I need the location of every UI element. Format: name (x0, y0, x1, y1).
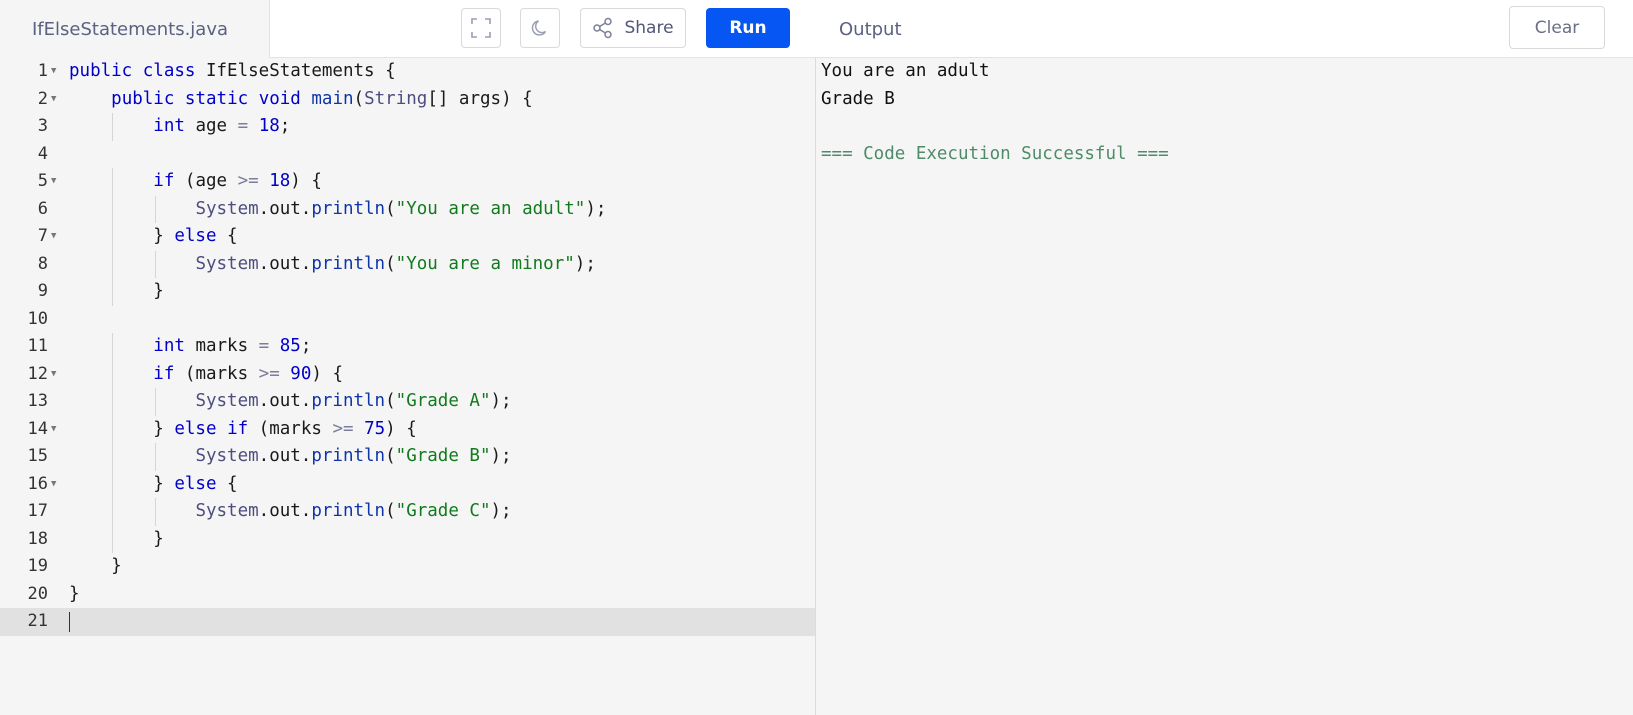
code-line[interactable]: 3 int age = 18; (0, 113, 815, 141)
code-text: } else { (69, 473, 238, 494)
line-number: 5 (37, 171, 48, 191)
line-number: 7 (37, 226, 48, 246)
code-text: System.out.println("Grade A"); (195, 391, 512, 411)
editor-header: IfElseStatements.java Share Run (0, 0, 816, 58)
line-number: 21 (27, 611, 48, 631)
moon-icon (531, 20, 547, 36)
code-line[interactable]: 18 } (0, 525, 815, 553)
code-text: } else if (marks >= 75) { (69, 418, 417, 439)
line-number: 2 (37, 88, 48, 109)
line-number: 16 (27, 473, 48, 494)
code-line[interactable]: 5 ▼ if (age >= 18) { (0, 168, 815, 196)
line-number: 4 (37, 143, 48, 164)
code-line[interactable]: 13 System.out.println("Grade A"); (0, 388, 815, 416)
line-number: 11 (27, 336, 48, 356)
line-number: 13 (27, 391, 48, 411)
code-text: int age = 18; (153, 116, 291, 136)
code-text: System.out.println("You are a minor"); (195, 253, 596, 274)
code-line[interactable]: 8 System.out.println("You are a minor"); (0, 250, 815, 278)
code-line[interactable]: 15 System.out.println("Grade B"); (0, 443, 815, 471)
output-line: Grade B (821, 88, 895, 109)
code-line[interactable]: 1 ▼ public class IfElseStatements { (0, 58, 815, 86)
clear-button[interactable]: Clear (1509, 6, 1605, 49)
code-text: System.out.println("You are an adult"); (195, 198, 607, 219)
code-text: } else { (69, 226, 238, 246)
output-line: You are an adult (821, 61, 990, 81)
line-number: 8 (37, 253, 48, 274)
fold-arrow-icon[interactable]: ▼ (51, 361, 56, 389)
code-text: public static void main(String[] args) { (111, 88, 533, 109)
fold-arrow-icon[interactable]: ▼ (51, 168, 56, 196)
fold-arrow-icon[interactable]: ▼ (51, 471, 56, 499)
code-text: } (69, 281, 164, 301)
code-line[interactable]: 21 (0, 608, 815, 636)
code-line[interactable]: 12 ▼ if (marks >= 90) { (0, 360, 815, 389)
file-name: IfElseStatements.java (32, 18, 229, 40)
output-panel: Output Clear You are an adult Grade B === … (816, 0, 1633, 715)
fold-arrow-icon[interactable]: ▼ (51, 416, 56, 444)
code-line[interactable]: 19 } (0, 553, 815, 581)
line-number: 17 (27, 501, 48, 521)
code-line[interactable]: 2 ▼ public static void main(String[] args… (0, 86, 815, 114)
share-icon (593, 17, 613, 39)
output-title: Output (839, 18, 902, 40)
code-line[interactable]: 16 ▼ } else { (0, 470, 815, 499)
line-number: 1 (37, 61, 48, 81)
line-number: 9 (37, 281, 48, 301)
fold-arrow-icon[interactable]: ▼ (51, 223, 56, 251)
code-text: System.out.println("Grade C"); (195, 501, 512, 521)
fold-arrow-icon[interactable]: ▼ (51, 58, 56, 86)
execution-status: === Code Execution Successful === (821, 143, 1169, 164)
file-tab[interactable]: IfElseStatements.java (0, 0, 270, 58)
run-button[interactable]: Run (706, 8, 790, 48)
code-line[interactable]: 9 } (0, 278, 815, 306)
code-line[interactable]: 7 ▼ } else { (0, 223, 815, 251)
code-editor[interactable]: 1 ▼ public class IfElseStatements {2 ▼ publ… (0, 58, 815, 715)
code-line[interactable]: 17 System.out.println("Grade C"); (0, 498, 815, 526)
line-number: 18 (27, 528, 48, 549)
line-number: 19 (27, 556, 48, 576)
line-number: 15 (27, 446, 48, 466)
code-text: if (marks >= 90) { (153, 363, 343, 384)
fullscreen-button[interactable] (461, 8, 501, 48)
fullscreen-icon (471, 18, 491, 38)
theme-toggle-button[interactable] (520, 8, 560, 48)
code-line[interactable]: 6 System.out.println("You are an adult")… (0, 195, 815, 223)
line-number: 3 (37, 116, 48, 136)
line-number: 10 (27, 308, 48, 329)
output-header: Output Clear (816, 0, 1633, 58)
code-line[interactable]: 11 int marks = 85; (0, 333, 815, 361)
line-number: 6 (37, 198, 48, 219)
code-text: } (69, 528, 164, 549)
code-line[interactable]: 10 (0, 306, 815, 334)
editor-panel: IfElseStatements.java Share Run 1 ▼ public… (0, 0, 816, 715)
code-text: int marks = 85; (153, 336, 312, 356)
line-number: 20 (27, 583, 48, 604)
output-console: You are an adult Grade B === Code Executio… (821, 58, 1169, 168)
line-number: 14 (27, 418, 48, 439)
text-cursor (69, 612, 70, 632)
share-label: Share (624, 18, 674, 38)
code-text: System.out.println("Grade B"); (195, 446, 512, 466)
code-text: } (69, 556, 122, 576)
code-line[interactable]: 20} (0, 581, 815, 609)
code-line[interactable]: 4 (0, 141, 815, 169)
code-line[interactable]: 14 ▼ } else if (marks >= 75) { (0, 415, 815, 444)
run-label: Run (729, 18, 767, 38)
share-button[interactable]: Share (580, 8, 686, 48)
code-text: public class IfElseStatements { (69, 61, 396, 81)
code-text: } (69, 583, 80, 604)
line-number: 12 (27, 363, 48, 384)
code-text: if (age >= 18) { (153, 171, 322, 191)
fold-arrow-icon[interactable]: ▼ (51, 86, 56, 114)
